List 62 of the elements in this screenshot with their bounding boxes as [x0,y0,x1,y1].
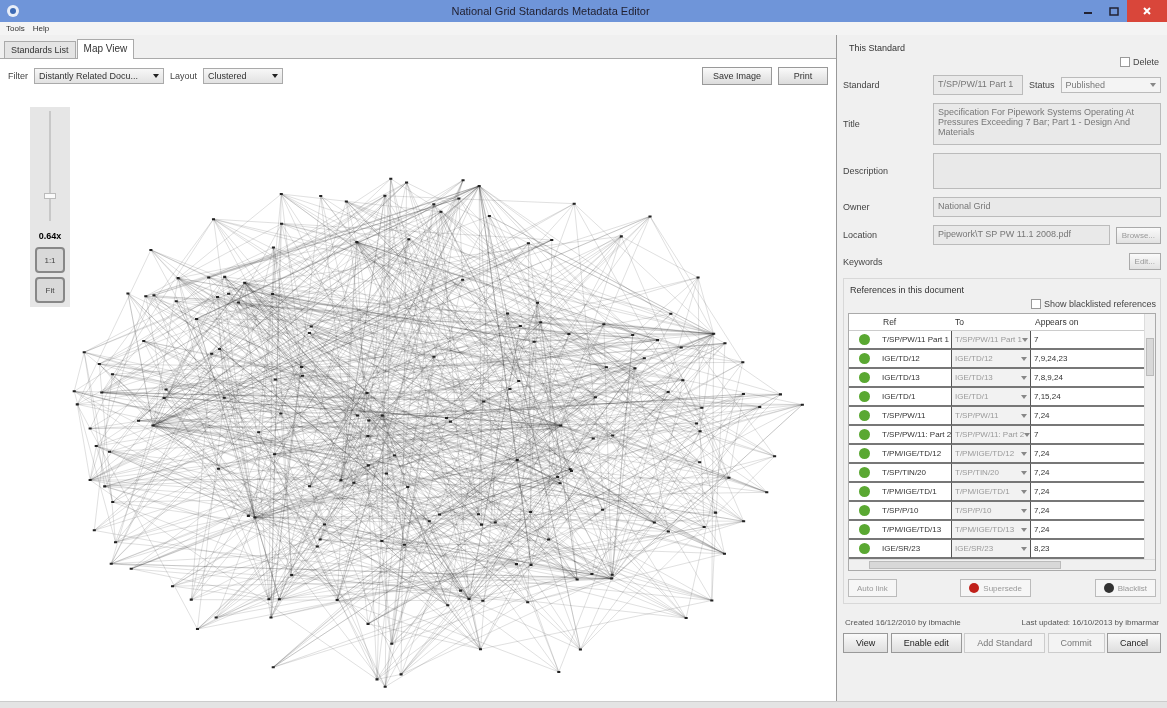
slider-thumb[interactable] [44,193,56,199]
close-icon[interactable] [1142,6,1152,16]
browse-button[interactable]: Browse... [1115,226,1161,244]
field-label: Title [843,119,861,129]
to-dropdown[interactable]: T/SP/PW/11 [951,407,1031,426]
to-dropdown[interactable]: T/SP/PW/11: Part 2 [951,426,1031,445]
text-field[interactable]: National Grid [933,197,1161,217]
status-label: Status [1029,80,1055,90]
footer-button[interactable]: View [843,633,889,653]
text-field[interactable]: T/SP/PW/11 Part 1 [933,75,1023,95]
updated-text: Last updated: 16/10/2013 by ibmarmar [1021,618,1159,627]
layout-label: Layout [170,71,198,81]
to-dropdown[interactable]: IGE/SR/23 [951,540,1031,559]
filter-label: Filter [8,71,28,81]
menu-item[interactable]: Tools [6,24,25,33]
to-dropdown[interactable]: IGE/TD/13 [951,369,1031,388]
app-icon [6,4,20,18]
footer-button[interactable]: Enable edit [890,633,962,653]
tab[interactable]: Standards List [4,41,76,58]
auto-link-button[interactable]: Auto link [848,579,897,597]
group-title: References in this document [850,285,966,295]
to-dropdown[interactable]: T/SP/P/10 [951,502,1031,521]
blacklist-button[interactable]: Blacklist [1094,579,1156,597]
save-image-button[interactable]: Save Image [701,67,772,85]
to-dropdown[interactable]: T/PM/IGE/TD/13 [951,521,1031,540]
to-dropdown[interactable]: T/SP/TIN/20 [951,464,1031,483]
field-label: Owner [843,202,871,212]
column-header[interactable]: Ref [879,314,951,331]
window-title: National Grid Standards Metadata Editor [450,5,651,17]
vertical-scrollbar[interactable] [1144,314,1155,559]
to-dropdown[interactable]: T/PM/IGE/TD/1 [951,483,1031,502]
delete-checkbox[interactable] [1120,57,1130,67]
show-blacklisted-checkbox[interactable] [1030,299,1041,309]
description-field[interactable] [933,153,1161,189]
field-label: Description [843,166,890,176]
supersede-button[interactable]: Supersede [960,579,1031,597]
print-button[interactable]: Print [778,67,828,85]
text-field[interactable]: Pipework\T SP PW 11.1 2008.pdf [933,225,1110,245]
to-dropdown[interactable]: T/PM/IGE/TD/12 [951,445,1031,464]
filter-dropdown[interactable]: Distantly Related Docu... [34,68,164,84]
text-field[interactable]: Specification For Pipework Systems Operating At Pressures Exceeding 7 Bar; Part 1 - Design And Materials [933,103,1161,145]
to-dropdown[interactable]: IGE/TD/1 [951,388,1031,407]
field-label: Standard [843,80,881,90]
horizontal-scrollbar[interactable] [849,559,1155,570]
field-label: Keywords [843,256,884,267]
menu-item[interactable]: Help [32,24,50,33]
to-dropdown[interactable]: IGE/TD/12 [951,350,1031,369]
tab[interactable]: Map View [76,39,135,59]
edit-button[interactable]: Edit... [1128,253,1161,270]
layout-dropdown[interactable]: Clustered [203,68,284,84]
restore-icon[interactable] [1109,6,1119,16]
fit-button[interactable]: Fit [35,277,65,303]
created-text: Created 16/12/2010 by ibmachie [845,618,961,627]
zoom-reading: 0.64x [38,231,62,241]
to-dropdown[interactable]: T/SP/PW/11 Part 1 [951,331,1031,350]
actual-size-button[interactable]: 1:1 [35,247,65,273]
footer-button[interactable]: Cancel [1106,633,1161,653]
delete-label: Delete [1133,57,1159,67]
status-dropdown[interactable]: Published [1060,77,1161,93]
checkbox-label: Show blacklisted references [1043,299,1156,309]
field-label: Location [843,230,879,240]
group-title: This Standard [849,43,907,53]
